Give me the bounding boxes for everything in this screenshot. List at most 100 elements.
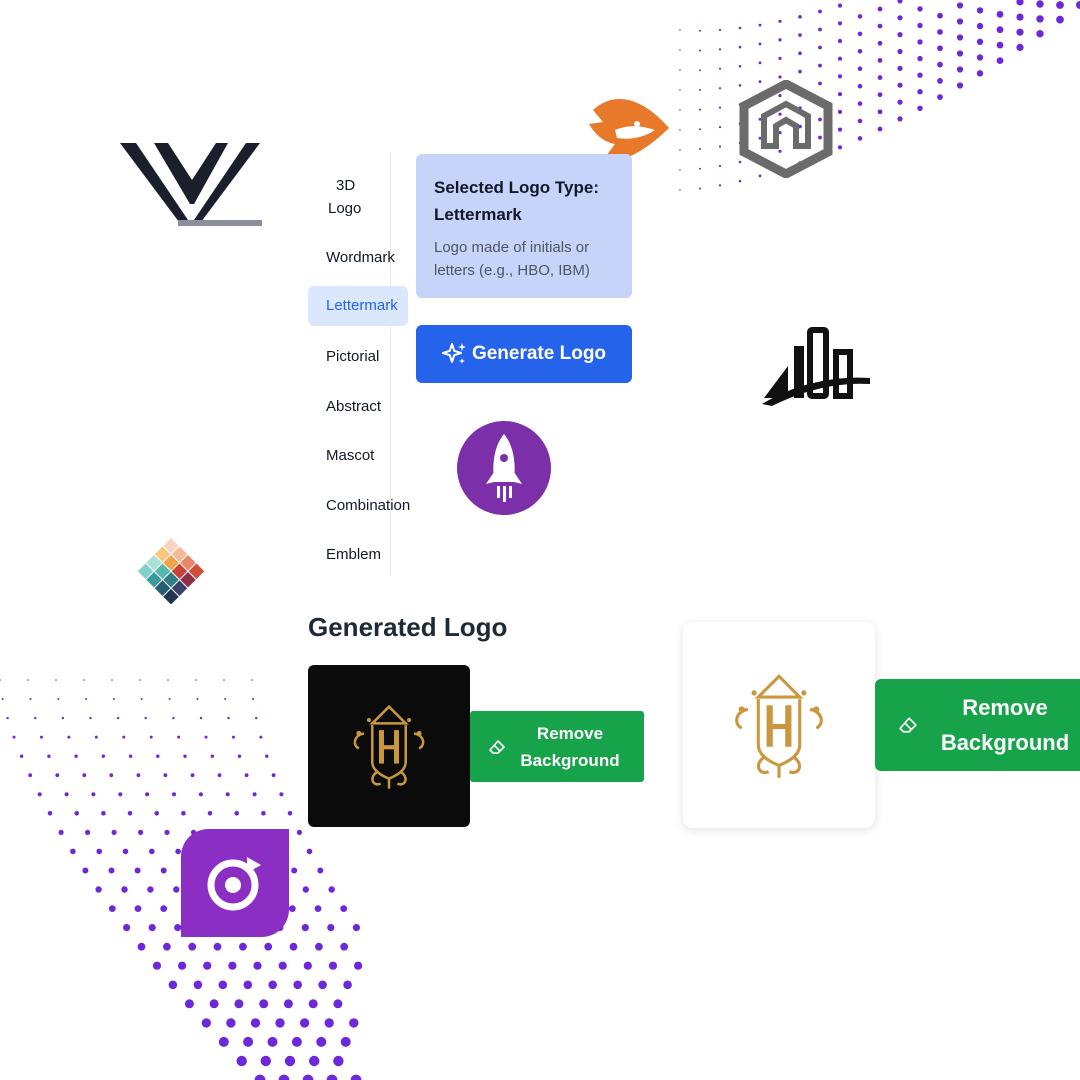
decor-dot bbox=[167, 679, 169, 681]
decor-dot bbox=[877, 40, 883, 46]
decor-dot bbox=[758, 42, 762, 46]
decor-dot bbox=[145, 792, 150, 797]
decor-dot bbox=[95, 886, 102, 893]
decor-dot bbox=[234, 999, 244, 1009]
decor-dot bbox=[237, 754, 242, 758]
decor-dot bbox=[956, 18, 964, 25]
refresh-app-logo bbox=[181, 829, 289, 937]
remove-background-button-large[interactable]: Remove Background bbox=[875, 679, 1080, 771]
decor-dot bbox=[218, 980, 228, 990]
decor-dot bbox=[293, 980, 303, 990]
decor-dot bbox=[1016, 0, 1024, 6]
decor-dot bbox=[679, 149, 681, 151]
logo-type-abstract[interactable]: Abstract bbox=[308, 395, 386, 418]
decor-dot bbox=[267, 1036, 278, 1047]
decor-dot bbox=[91, 792, 96, 797]
decor-dot bbox=[343, 980, 352, 990]
decor-dot bbox=[138, 829, 144, 836]
decor-dot bbox=[260, 1055, 271, 1067]
decor-dot bbox=[996, 26, 1004, 34]
decor-dot bbox=[976, 38, 984, 45]
decor-dot bbox=[897, 0, 903, 4]
decor-dot bbox=[278, 1074, 290, 1080]
decor-dot bbox=[196, 698, 199, 700]
decor-dot bbox=[224, 698, 227, 700]
logo-type-3d-label-line2: Logo bbox=[328, 200, 362, 217]
decor-dot bbox=[956, 50, 964, 57]
decor-dot bbox=[877, 75, 883, 80]
logo-type-wordmark[interactable]: Wordmark bbox=[308, 246, 395, 269]
decor-dot bbox=[758, 23, 762, 27]
decor-dot bbox=[74, 754, 78, 758]
decor-dot bbox=[308, 999, 318, 1009]
decor-dot bbox=[172, 716, 175, 720]
logo-type-emblem[interactable]: Emblem bbox=[308, 543, 386, 566]
decor-dot bbox=[699, 29, 701, 32]
decor-dot bbox=[210, 754, 214, 758]
decor-dot bbox=[327, 924, 335, 932]
decor-dot bbox=[679, 69, 681, 71]
buildings-logo bbox=[762, 327, 870, 406]
decor-dot bbox=[857, 136, 863, 141]
decor-dot bbox=[190, 773, 195, 778]
decor-dot bbox=[897, 48, 903, 55]
decor-dot bbox=[354, 961, 363, 970]
decor-dot bbox=[718, 184, 722, 187]
decor-dot bbox=[937, 12, 943, 19]
decor-dot bbox=[318, 980, 327, 990]
decor-dot bbox=[699, 148, 701, 150]
decor-dot bbox=[178, 961, 187, 970]
decor-dot bbox=[252, 792, 257, 797]
remove-background-button[interactable]: Remove Background bbox=[470, 711, 644, 782]
decor-dot bbox=[96, 848, 102, 855]
decor-dot bbox=[67, 735, 71, 739]
decor-dot bbox=[123, 924, 131, 932]
decor-dot bbox=[299, 1018, 310, 1028]
decor-dot bbox=[94, 735, 98, 739]
logo-type-3d[interactable]: 3D Logo bbox=[308, 174, 386, 220]
decor-dot bbox=[996, 10, 1004, 18]
decor-dot bbox=[128, 754, 133, 758]
eraser-icon bbox=[899, 717, 917, 733]
decor-dot bbox=[857, 101, 863, 106]
decor-dot bbox=[101, 811, 106, 816]
decor-dot bbox=[917, 89, 923, 95]
decor-dot bbox=[877, 126, 883, 132]
decor-dot bbox=[1016, 28, 1024, 36]
decor-dot bbox=[917, 55, 923, 62]
decor-dot bbox=[213, 942, 222, 951]
decor-dot bbox=[699, 88, 701, 91]
logo-type-combination[interactable]: Combination bbox=[308, 494, 438, 517]
rocket-logo bbox=[457, 421, 551, 515]
decor-dot bbox=[122, 735, 126, 739]
decor-dot bbox=[857, 14, 863, 19]
remove-background-label-large: Remove Background bbox=[940, 695, 1070, 755]
decor-dot bbox=[82, 773, 87, 778]
decor-dot bbox=[1036, 30, 1044, 38]
decor-dot bbox=[177, 735, 181, 739]
decor-dot bbox=[218, 1036, 229, 1047]
decor-dot bbox=[289, 942, 298, 951]
decor-dot bbox=[121, 886, 128, 893]
decor-dot bbox=[877, 58, 883, 63]
decor-dot bbox=[144, 716, 147, 720]
decor-dot bbox=[937, 94, 943, 100]
logo-type-pictorial[interactable]: Pictorial bbox=[308, 345, 386, 368]
decor-dot bbox=[134, 867, 141, 874]
decor-dot bbox=[291, 1036, 302, 1047]
decor-dot bbox=[243, 980, 253, 990]
decor-dot bbox=[1056, 1, 1064, 9]
decor-dot bbox=[234, 811, 239, 816]
decor-dot bbox=[283, 999, 293, 1009]
generate-logo-button[interactable]: Generate Logo bbox=[416, 325, 632, 383]
logo-type-mascot[interactable]: Mascot bbox=[308, 444, 386, 467]
decor-dot bbox=[917, 6, 923, 12]
decor-dot bbox=[679, 129, 681, 131]
decor-dot bbox=[284, 1055, 296, 1067]
decor-dot bbox=[897, 82, 903, 88]
logo-type-lettermark[interactable]: Lettermark bbox=[308, 286, 408, 326]
decor-dot bbox=[352, 924, 360, 932]
decor-dot bbox=[225, 792, 230, 797]
decor-dot bbox=[268, 980, 278, 990]
decor-dot bbox=[818, 27, 822, 32]
